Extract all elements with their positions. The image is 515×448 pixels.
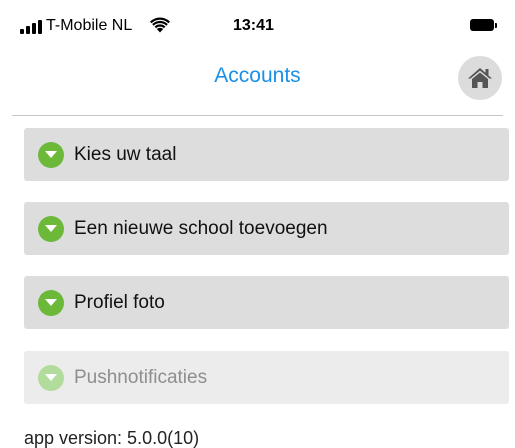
- signal-icon: [20, 20, 42, 34]
- chevron-down-icon: [38, 215, 64, 242]
- menu-item-label: Profiel foto: [74, 291, 165, 313]
- page-title: Accounts: [214, 64, 301, 87]
- battery-icon: [470, 19, 497, 31]
- menu-item-label: Een nieuwe school toevoegen: [74, 217, 328, 239]
- app-version: app version: 5.0.0(10): [24, 428, 200, 448]
- chevron-down-icon: [38, 141, 64, 168]
- menu-item-add-school[interactable]: Een nieuwe school toevoegen: [24, 202, 509, 255]
- menu-item-language[interactable]: Kies uw taal: [24, 128, 509, 181]
- chevron-down-icon: [38, 364, 64, 391]
- home-icon: [468, 68, 492, 88]
- header-divider: [12, 115, 503, 116]
- home-button[interactable]: [458, 56, 502, 100]
- clock: 13:41: [233, 17, 274, 34]
- nav-bar: Accounts: [0, 54, 515, 114]
- status-bar: T-Mobile NL 13:41: [0, 0, 515, 54]
- carrier-name: T-Mobile NL: [46, 17, 133, 34]
- menu-item-label: Pushnotificaties: [74, 366, 208, 388]
- menu-item-push-notifications[interactable]: Pushnotificaties: [24, 351, 509, 404]
- menu-item-label: Kies uw taal: [74, 143, 177, 165]
- chevron-down-icon: [38, 289, 64, 316]
- wifi-icon: [150, 17, 170, 33]
- menu-item-profile-photo[interactable]: Profiel foto: [24, 276, 509, 329]
